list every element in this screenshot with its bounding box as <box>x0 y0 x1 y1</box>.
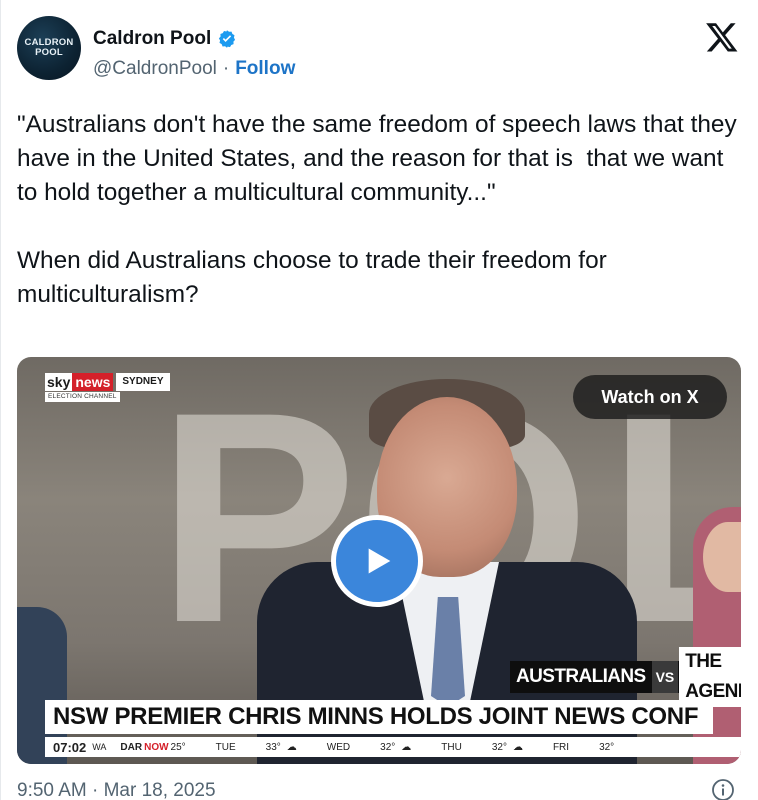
channel-logo-news: news <box>72 373 114 391</box>
author-handle-row: @CaldronPool · Follow <box>93 58 295 80</box>
ticker-day: TUE <box>215 741 236 753</box>
program-left: AUSTRALIANS <box>516 666 646 687</box>
program-vs: VS <box>651 661 679 693</box>
ticker-zone: WA <box>92 742 107 752</box>
ticker-temp: 32° <box>491 741 507 753</box>
author-avatar[interactable]: CALDRON POOL <box>17 16 81 80</box>
ticker-day: WED <box>326 741 351 753</box>
program-right: THE AGENDA <box>679 647 741 707</box>
channel-subtitle: ELECTION CHANNEL <box>45 392 120 402</box>
ticker-temp: 33° <box>265 741 281 753</box>
watch-on-x-button[interactable]: Watch on X <box>573 375 727 419</box>
tweet-text: "Australians don't have the same freedom… <box>17 111 737 308</box>
ticker-temp: 32° <box>599 741 615 753</box>
follow-button[interactable]: Follow <box>235 58 295 80</box>
tweet-timestamp[interactable]: 9:50 AM · Mar 18, 2025 <box>17 779 216 800</box>
verified-badge-icon <box>219 30 236 48</box>
weather-cloud-icon: ☁ <box>512 741 523 753</box>
channel-logo-sky: sky <box>45 373 73 391</box>
news-ticker: 07:02 WA DAR NOW 25° TUE 33° ☁ WED 32° ☁… <box>45 737 741 757</box>
video-player[interactable]: P O L sky news SYDNEY ELECTION CHANNEL W… <box>17 357 741 764</box>
ticker-temp: 32° <box>380 741 396 753</box>
author-name-row: Caldron Pool <box>93 28 237 50</box>
ticker-now: NOW <box>144 741 169 753</box>
info-icon[interactable] <box>711 778 735 800</box>
weather-cloud-icon: ☁ <box>286 741 297 753</box>
channel-logo: sky news SYDNEY <box>45 373 170 391</box>
program-banner: AUSTRALIANS VS THE AGENDA <box>510 647 741 707</box>
author-name[interactable]: Caldron Pool <box>93 28 211 50</box>
avatar-text-line2: POOL <box>35 47 63 58</box>
tweet-card: CALDRON POOL Caldron Pool @CaldronPool ·… <box>0 0 758 800</box>
ticker-day: THU <box>441 741 462 753</box>
ticker-now-temp: 25° <box>170 741 186 753</box>
ticker-day: FRI <box>552 741 570 753</box>
separator-dot: · <box>222 58 230 79</box>
news-headline: NSW PREMIER CHRIS MINNS HOLDS JOINT NEWS… <box>45 700 713 734</box>
play-icon <box>368 548 391 574</box>
x-logo-icon[interactable] <box>705 20 739 54</box>
weather-cloud-icon: ☁ <box>401 741 412 753</box>
play-button[interactable] <box>331 515 423 607</box>
author-handle[interactable]: @CaldronPool <box>93 58 217 80</box>
channel-location: SYDNEY <box>116 373 170 391</box>
ticker-time: 07:02 <box>53 739 87 755</box>
ticker-city: DAR <box>120 741 143 753</box>
